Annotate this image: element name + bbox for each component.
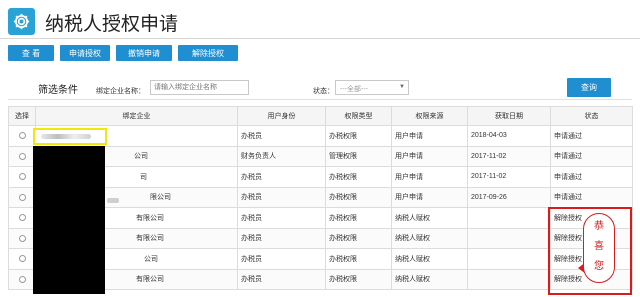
header-role: 用户身份 — [237, 106, 326, 126]
cell-role: 办税员 — [237, 207, 326, 229]
cell-permission-type: 管理权限 — [325, 145, 392, 167]
header-company: 绑定企业 — [35, 106, 238, 126]
header-select: 选择 — [8, 106, 36, 126]
row-radio[interactable] — [18, 275, 26, 283]
cell-permission-type: 办税权限 — [325, 227, 392, 249]
toolbar: 查 看 申请授权 撤销申请 解除授权 — [8, 45, 238, 61]
row-radio[interactable] — [18, 193, 26, 201]
cell-role: 办税员 — [237, 166, 326, 188]
cell-permission-source: 纳税人赋权 — [391, 207, 468, 229]
cell-date — [467, 248, 551, 270]
annotation-char: 喜 — [594, 241, 604, 252]
cell-permission-source: 用户申请 — [391, 145, 468, 167]
cell-permission-source: 用户申请 — [391, 186, 468, 208]
annotation-text: 恭 喜 您 — [592, 217, 606, 277]
header-permission-source: 权限来源 — [391, 106, 468, 126]
cell-date: 2017-11-02 — [467, 166, 551, 188]
row-radio[interactable] — [18, 255, 26, 263]
cell-permission-source: 纳税人赋权 — [391, 248, 468, 270]
chevron-down-icon: ▼ — [399, 84, 405, 90]
cell-role: 办税员 — [237, 186, 326, 208]
row-radio[interactable] — [18, 173, 26, 181]
row-radio[interactable] — [18, 214, 26, 222]
filter-title: 筛选条件 — [38, 85, 78, 96]
cell-status: 申请通过 — [550, 145, 633, 167]
cell-permission-type: 办税权限 — [325, 125, 392, 147]
cell-date — [467, 268, 551, 290]
blurred-text — [41, 134, 91, 139]
cell-permission-source: 用户申请 — [391, 166, 468, 188]
cell-date: 2017-09-26 — [467, 186, 551, 208]
annotation-char: 恭 — [594, 221, 604, 232]
cell-role: 办税员 — [237, 125, 326, 147]
cell-permission-type: 办税权限 — [325, 248, 392, 270]
header-divider — [0, 38, 640, 39]
cell-role: 办税员 — [237, 227, 326, 249]
revoke-application-button[interactable]: 撤销申请 — [116, 45, 172, 61]
status-select[interactable]: ---全部--- ▼ — [335, 80, 409, 95]
cell-date — [467, 227, 551, 249]
page-header: 纳税人授权申请 — [0, 0, 640, 40]
row-radio[interactable] — [18, 132, 26, 140]
query-button[interactable]: 查询 — [567, 78, 611, 97]
row-radio[interactable] — [18, 234, 26, 242]
status-select-value: ---全部--- — [340, 86, 368, 93]
blurred-text — [107, 198, 119, 203]
cell-status: 申请通过 — [550, 186, 633, 208]
table-header-row: 选择 绑定企业 用户身份 权限类型 权限来源 获取日期 状态 — [8, 106, 633, 126]
company-name-input[interactable] — [150, 80, 249, 95]
cell-permission-source: 纳税人赋权 — [391, 227, 468, 249]
filter-divider — [8, 99, 632, 100]
release-authorization-button[interactable]: 解除授权 — [178, 45, 238, 61]
cell-date — [467, 207, 551, 229]
company-name-label: 绑定企业名称： — [96, 88, 145, 95]
row-radio[interactable] — [18, 152, 26, 160]
cell-status: 申请通过 — [550, 125, 633, 147]
header-date: 获取日期 — [467, 106, 551, 126]
cell-status: 申请通过 — [550, 166, 633, 188]
header-permission-type: 权限类型 — [325, 106, 392, 126]
cell-role: 办税员 — [237, 268, 326, 290]
annotation-char: 您 — [594, 261, 604, 272]
apply-authorization-button[interactable]: 申请授权 — [60, 45, 110, 61]
cell-permission-type: 办税权限 — [325, 186, 392, 208]
cell-permission-source: 纳税人赋权 — [391, 268, 468, 290]
highlighted-company-blurred — [33, 128, 107, 145]
cell-permission-type: 办税权限 — [325, 207, 392, 229]
cell-date: 2017-11-02 — [467, 145, 551, 167]
cell-date: 2018-04-03 — [467, 125, 551, 147]
redaction-block — [33, 146, 105, 294]
cell-role: 财务负责人 — [237, 145, 326, 167]
page-title: 纳税人授权申请 — [45, 13, 179, 35]
cell-role: 办税员 — [237, 248, 326, 270]
cell-permission-source: 用户申请 — [391, 125, 468, 147]
header-status: 状态 — [550, 106, 633, 126]
status-label: 状态： — [313, 88, 334, 95]
cell-permission-type: 办税权限 — [325, 166, 392, 188]
cell-permission-type: 办税权限 — [325, 268, 392, 290]
view-button[interactable]: 查 看 — [8, 45, 54, 61]
gear-icon — [8, 8, 35, 35]
